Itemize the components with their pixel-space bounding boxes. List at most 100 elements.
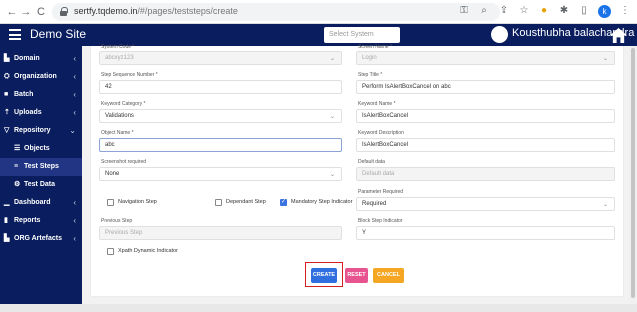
menu-dots-icon[interactable]: ⋮: [619, 4, 631, 18]
select-system-dropdown[interactable]: Select System: [324, 27, 400, 43]
sidebar-item-uploads[interactable]: ⇡ Uploads ‹: [0, 104, 82, 122]
keyword-category-label: Keyword Category *: [101, 101, 146, 107]
navigation-step-label: Navigation Step: [118, 199, 157, 205]
bottom-strip: [0, 304, 637, 312]
keyword-category-select[interactable]: Validations ⌄: [99, 109, 342, 123]
extension-icon[interactable]: ●: [538, 4, 550, 18]
parameter-required-select[interactable]: Required ⌄: [356, 197, 615, 211]
address-bar[interactable]: sertfy.tqdemo.in/#/pages/teststeps/creat…: [52, 3, 500, 21]
chevron-down-icon: ⌄: [69, 126, 76, 135]
reload-icon[interactable]: C: [35, 5, 47, 19]
chevron-left-icon: ‹: [73, 108, 76, 117]
cancel-button[interactable]: CANCEL: [373, 268, 404, 283]
step-sequence-input[interactable]: 42: [99, 80, 342, 94]
keyword-name-input[interactable]: IsAlertBoxCancel: [356, 109, 615, 123]
sidebar-item-label: Dashboard: [14, 199, 51, 206]
keyword-description-input[interactable]: IsAlertBoxCancel: [356, 138, 615, 152]
keyword-name-label: Keyword Name *: [358, 101, 396, 107]
key-icon[interactable]: ⚿: [458, 4, 470, 18]
zoom-icon[interactable]: ⌕: [478, 4, 490, 18]
screen-name-label: Screen Name *: [358, 44, 392, 50]
default-data-input[interactable]: Default data: [356, 167, 615, 181]
back-arrow-icon[interactable]: ←: [6, 5, 18, 19]
list-icon: ≡: [14, 163, 19, 170]
system-code-select: abcxyz123 ⌄: [99, 51, 342, 65]
scrollbar-thumb[interactable]: [631, 48, 635, 298]
screen-name-value: Login: [362, 55, 377, 61]
browser-actions: ⚿ ⌕ ⇪ ☆ ● ✱ ▯ k ⋮: [458, 4, 631, 18]
sidebar-item-test-data[interactable]: ⚙ Test Data: [0, 176, 82, 194]
highlight-box: [305, 262, 343, 287]
sidebar-item-label: Objects: [24, 145, 50, 152]
chevron-down-icon: ⌄: [602, 56, 608, 62]
previous-step-input[interactable]: Previous Step: [99, 226, 342, 240]
sidebar-item-label: Domain: [14, 55, 40, 62]
screen-name-select: Login ⌄: [356, 51, 615, 65]
share-icon[interactable]: ⇪: [498, 4, 510, 18]
sidebar-item-label: Organization: [14, 73, 57, 80]
sidebar-item-org-artefacts[interactable]: ▙ ORG Artefacts ‹: [0, 230, 82, 248]
dependant-step-checkbox[interactable]: [215, 199, 222, 206]
screenshot-select[interactable]: None ⌄: [99, 167, 342, 181]
system-code-label: System Code *: [101, 44, 135, 50]
stack-icon: ☰: [14, 145, 21, 152]
object-name-input[interactable]: abc: [99, 138, 342, 152]
home-icon[interactable]: [609, 27, 628, 44]
main-content: System Code * abcxyz123 ⌄ Screen Name * …: [82, 44, 629, 304]
block-step-input[interactable]: Y: [356, 226, 615, 240]
default-data-label: Default data: [358, 159, 385, 165]
forward-arrow-icon[interactable]: →: [20, 5, 32, 19]
user-avatar[interactable]: [491, 26, 508, 43]
chevron-down-icon: ⌄: [329, 114, 335, 120]
lock-icon: [60, 7, 68, 16]
bar-chart-icon: ▁: [4, 199, 10, 206]
navigation-step-checkbox[interactable]: [107, 199, 114, 206]
sidebar-item-reports[interactable]: ▮ Reports ‹: [0, 212, 82, 230]
screenshot-label: Screenshot required: [101, 159, 147, 165]
sidepanel-icon[interactable]: ▯: [578, 4, 590, 18]
system-code-value: abcxyz123: [105, 55, 134, 61]
organization-icon: ⛭: [4, 73, 10, 80]
chart-icon: ▙: [4, 55, 10, 62]
url-path: /#/pages/teststeps/create: [137, 6, 238, 16]
chevron-left-icon: ‹: [73, 72, 76, 81]
url-text: sertfy.tqdemo.in/#/pages/teststeps/creat…: [74, 6, 238, 16]
app-header: Demo Site Select System Kousthubha balac…: [0, 24, 637, 46]
chevron-left-icon: ‹: [73, 216, 76, 225]
chevron-down-icon: ⌄: [602, 202, 608, 208]
xpath-dynamic-checkbox[interactable]: [107, 248, 114, 255]
sidebar-item-label: Batch: [14, 91, 34, 98]
sidebar-item-label: Test Steps: [24, 163, 59, 170]
xpath-dynamic-label: Xpath Dynamic Indicator: [118, 248, 178, 254]
sidebar-item-test-steps[interactable]: ≡ Test Steps: [0, 158, 82, 176]
sidebar-item-objects[interactable]: ☰ Objects: [0, 140, 82, 158]
sidebar-item-batch[interactable]: ■ Batch ‹: [0, 86, 82, 104]
chevron-left-icon: ‹: [73, 234, 76, 243]
profile-avatar[interactable]: k: [598, 4, 611, 18]
previous-step-label: Previous Step: [101, 218, 133, 224]
sidebar-item-organization[interactable]: ⛭ Organization ‹: [0, 68, 82, 86]
dependant-step-label: Dependant Step: [226, 199, 266, 205]
star-icon[interactable]: ☆: [518, 4, 530, 18]
sidebar-item-label: Reports: [14, 217, 41, 224]
hamburger-icon[interactable]: [9, 29, 21, 40]
sidebar-item-label: ORG Artefacts: [14, 235, 62, 242]
step-sequence-label: Step Sequence Number *: [101, 72, 158, 78]
reset-button[interactable]: RESET: [345, 268, 368, 283]
sidebar-item-repository[interactable]: ▽ Repository ⌄: [0, 122, 82, 140]
sidebar-item-dashboard[interactable]: ▁ Dashboard ‹: [0, 194, 82, 212]
parameter-required-value: Required: [362, 201, 387, 207]
block-step-label: Block Step Indicator: [358, 218, 403, 224]
sidebar-item-domain[interactable]: ▙ Domain ‹: [0, 50, 82, 68]
keyword-category-value: Validations: [105, 113, 134, 119]
chevron-left-icon: ‹: [73, 198, 76, 207]
mandatory-step-checkbox[interactable]: [280, 198, 287, 206]
folder-icon: ■: [4, 91, 9, 98]
screenshot-value: None: [105, 171, 120, 177]
filter-icon: ▽: [4, 127, 10, 134]
chevron-left-icon: ‹: [73, 90, 76, 99]
parameter-required-label: Parameter Required: [358, 189, 404, 195]
step-title-input[interactable]: Perform IsAlertBoxCancel on abc: [356, 80, 615, 94]
puzzle-icon[interactable]: ✱: [558, 4, 570, 18]
site-title: Demo Site: [30, 27, 87, 41]
